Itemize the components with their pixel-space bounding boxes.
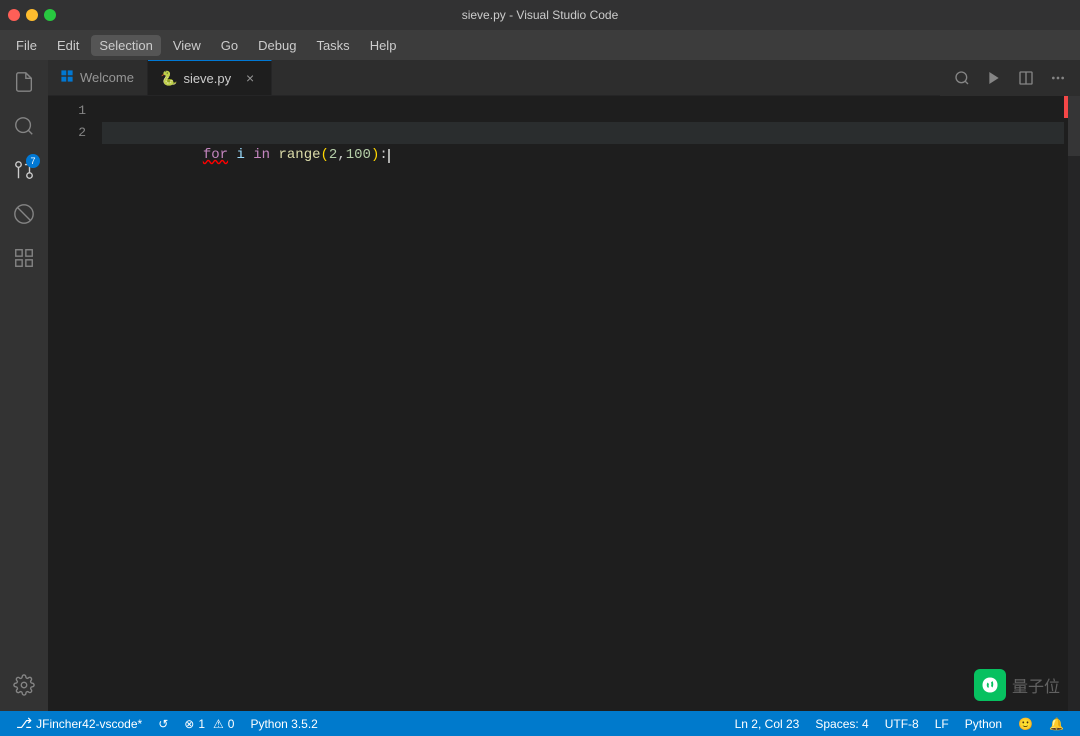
close-button[interactable] [8,9,20,21]
python-version-label: Python 3.5.2 [250,717,317,731]
menu-debug[interactable]: Debug [250,35,304,56]
main-container: 7 [0,60,1080,711]
language-label: Python [965,717,1002,731]
line-number-2: 2 [48,122,86,144]
code-token-range: range [278,147,320,163]
menu-help[interactable]: Help [362,35,405,56]
source-control-icon[interactable]: 7 [6,152,42,188]
smiley-status[interactable]: 🙂 [1010,717,1041,731]
code-line-1: sieve = [True]*101 [102,100,1064,122]
menu-tasks[interactable]: Tasks [308,35,357,56]
warning-count: 0 [228,717,235,731]
python-version-status[interactable]: Python 3.5.2 [242,711,325,736]
watermark-text: 量子位 [1012,673,1060,697]
menu-bar: File Edit Selection View Go Debug Tasks … [0,30,1080,60]
warning-icon: ⚠ [213,717,224,731]
menu-file[interactable]: File [8,35,45,56]
eol-label: LF [935,717,949,731]
run-button[interactable] [980,64,1008,92]
sync-status[interactable]: ↺ [150,711,176,736]
search-icon[interactable] [6,108,42,144]
indentation-status[interactable]: Spaces: 4 [807,717,876,731]
indentation-label: Spaces: 4 [815,717,868,731]
tab-actions [940,60,1080,96]
code-token-for: for [203,147,228,163]
editor-area: Welcome 🐍 sieve.py × [48,60,1080,711]
maximize-button[interactable] [44,9,56,21]
activity-bar: 7 [0,60,48,711]
line-number-1: 1 [48,100,86,122]
git-icon: ⎇ [16,715,32,732]
window-title: sieve.py - Visual Studio Code [462,8,619,22]
minimize-button[interactable] [26,9,38,21]
cursor-position-status[interactable]: Ln 2, Col 23 [727,717,808,731]
git-branch-status[interactable]: ⎇ JFincher42-vscode* [8,711,150,736]
debug-icon[interactable] [6,196,42,232]
code-line-2: for i in range(2,100): [102,122,1064,144]
tabs-bar: Welcome 🐍 sieve.py × [48,60,1080,96]
split-editor-button[interactable] [1012,64,1040,92]
window-controls[interactable] [8,9,56,21]
text-cursor [388,149,390,163]
source-control-badge: 7 [26,154,40,168]
errors-status[interactable]: ⊗ 1 ⚠ 0 [176,711,242,736]
notification-icon: 🔔 [1049,717,1064,731]
line-numbers: 1 2 [48,96,98,711]
tab-welcome[interactable]: Welcome [48,60,148,95]
code-editor[interactable]: 1 2 sieve = [True]*101 for i in range(2,… [48,96,1064,711]
search-editor-button[interactable] [948,64,976,92]
code-content[interactable]: sieve = [True]*101 for i in range(2,100)… [98,96,1064,711]
status-bar: ⎇ JFincher42-vscode* ↺ ⊗ 1 ⚠ 0 Python 3.… [0,711,1080,736]
code-token-i: i [236,147,244,163]
eol-status[interactable]: LF [927,717,957,731]
status-right: Ln 2, Col 23 Spaces: 4 UTF-8 LF Python 🙂… [727,717,1072,731]
extensions-icon[interactable] [6,240,42,276]
minimap-slider[interactable] [1068,96,1080,156]
smiley-icon: 🙂 [1018,717,1033,731]
settings-icon[interactable] [6,667,42,703]
cursor-position-label: Ln 2, Col 23 [735,717,800,731]
git-branch-label: JFincher42-vscode* [36,717,142,731]
menu-go[interactable]: Go [213,35,246,56]
encoding-label: UTF-8 [885,717,919,731]
watermark: 量子位 [974,669,1060,701]
notification-status[interactable]: 🔔 [1041,717,1072,731]
sync-icon: ↺ [158,717,168,731]
menu-selection[interactable]: Selection [91,35,160,56]
encoding-status[interactable]: UTF-8 [877,717,927,731]
title-bar: sieve.py - Visual Studio Code [0,0,1080,30]
welcome-tab-label: Welcome [80,70,134,85]
code-token-in: in [253,147,270,163]
more-actions-button[interactable] [1044,64,1072,92]
menu-view[interactable]: View [165,35,209,56]
sieve-tab-icon: 🐍 [160,70,177,87]
language-status[interactable]: Python [957,717,1010,731]
error-icon: ⊗ [184,717,194,731]
error-count: 1 [198,717,205,731]
tab-sieve[interactable]: 🐍 sieve.py × [148,60,272,95]
welcome-tab-icon [60,69,74,86]
sieve-tab-label: sieve.py [183,71,231,86]
watermark-logo [974,669,1006,701]
menu-edit[interactable]: Edit [49,35,87,56]
minimap-scrollbar[interactable] [1068,96,1080,711]
tab-close-button[interactable]: × [241,69,259,87]
files-icon[interactable] [6,64,42,100]
